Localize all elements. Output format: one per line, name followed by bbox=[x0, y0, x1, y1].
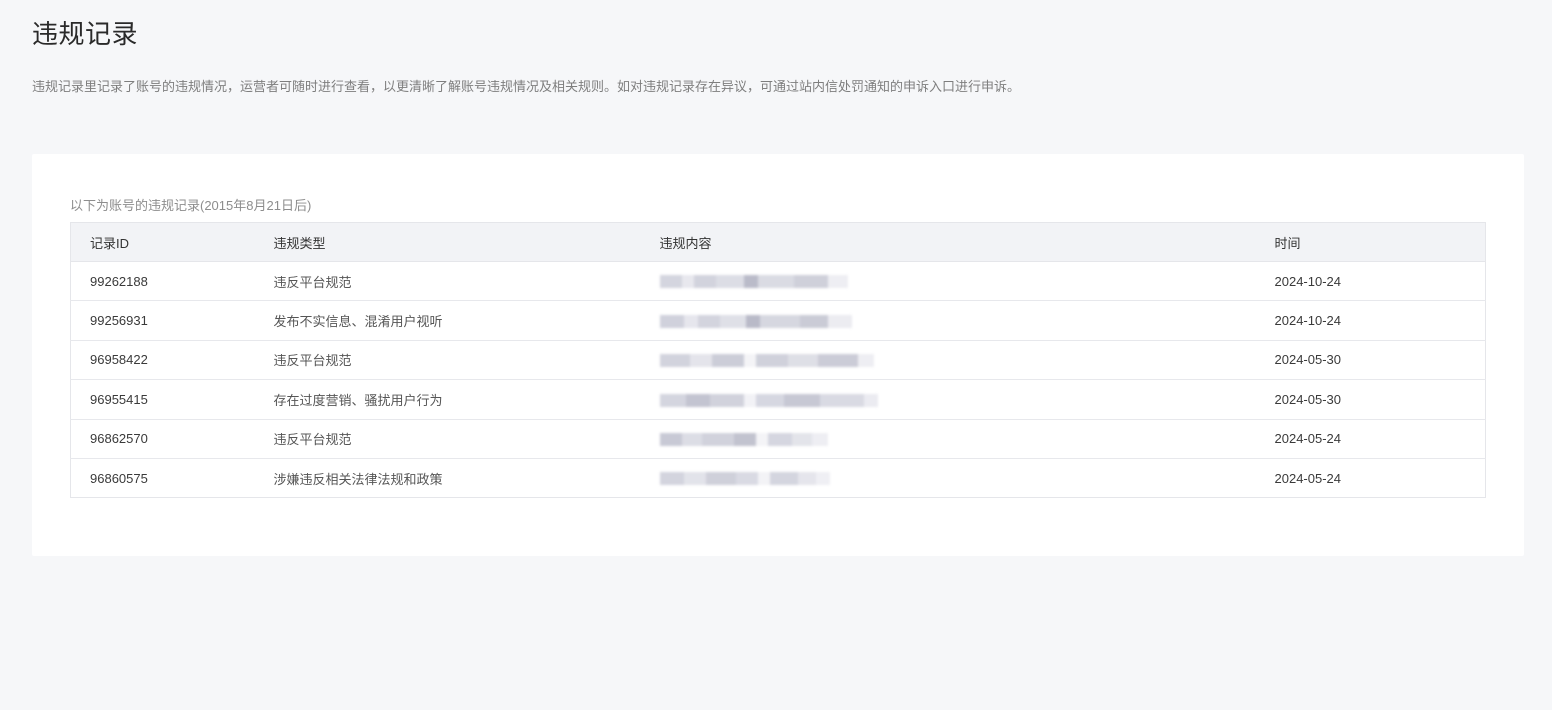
violation-records-card: 以下为账号的违规记录(2015年8月21日后) 记录ID 违规类型 违规内容 时… bbox=[32, 154, 1524, 556]
record-id-cell: 96862570 bbox=[70, 419, 255, 459]
time-cell: 2024-05-30 bbox=[1255, 340, 1486, 381]
redacted-content bbox=[659, 393, 878, 407]
record-id-cell: 96860575 bbox=[90, 470, 148, 486]
table-caption: 以下为账号的违规记录(2015年8月21日后) bbox=[70, 198, 312, 213]
record-id-cell: 99262188 bbox=[70, 261, 255, 302]
violation-type-cell: 违反平台规范 bbox=[254, 261, 641, 302]
violation-type-cell: 发布不实信息、混淆用户视听 bbox=[254, 300, 641, 341]
table-row: 96860575 涉嫌违反相关法律法规和政策 2024-05-24 bbox=[71, 458, 1486, 497]
violation-type-cell: 违反平台规范 bbox=[254, 419, 641, 459]
table-header-row: 记录ID 违规类型 违规内容 时间 bbox=[70, 222, 1486, 262]
redacted-content bbox=[659, 354, 874, 368]
redacted-content-cell bbox=[641, 458, 1256, 497]
table-row: 96862570 违反平台规范 2024-05-24 bbox=[70, 419, 1486, 459]
time-cell: 2024-05-24 bbox=[1255, 419, 1486, 459]
record-id-cell: 96955415 bbox=[70, 379, 255, 420]
record-id-cell: 96958422 bbox=[70, 340, 255, 381]
redacted-content-cell bbox=[640, 340, 1256, 381]
redacted-content bbox=[659, 433, 828, 447]
table-row: 96958422 违反平台规范 2024-05-30 bbox=[70, 340, 1486, 381]
page-title: 违规记录 bbox=[32, 19, 139, 49]
redacted-content bbox=[659, 275, 848, 289]
record-id-cell: 99256931 bbox=[70, 300, 255, 341]
time-cell: 2024-05-30 bbox=[1255, 379, 1486, 420]
time-cell: 2024-10-24 bbox=[1255, 261, 1486, 302]
redacted-content-cell bbox=[640, 300, 1256, 341]
redacted-content-cell bbox=[640, 419, 1256, 459]
violation-records-table: 记录ID 违规类型 违规内容 时间 99262188 违反平台规范 2024-1… bbox=[70, 222, 1486, 499]
redacted-content bbox=[659, 472, 830, 486]
redacted-content-cell bbox=[640, 261, 1256, 302]
table-row: 99256931 发布不实信息、混淆用户视听 2024-10-24 bbox=[70, 300, 1486, 341]
violation-type-cell: 存在过度营销、骚扰用户行为 bbox=[254, 379, 641, 420]
redacted-content-cell bbox=[640, 379, 1256, 420]
header-violation-type: 违规类型 bbox=[254, 222, 641, 262]
table-row: 96955415 存在过度营销、骚扰用户行为 2024-05-30 bbox=[70, 379, 1486, 420]
page-description: 违规记录里记录了账号的违规情况，运营者可随时进行查看，以更清晰了解账号违规情况及… bbox=[32, 79, 1021, 94]
time-cell: 2024-10-24 bbox=[1255, 300, 1486, 341]
header-violation-content: 违规内容 bbox=[640, 222, 1256, 262]
header-time: 时间 bbox=[1255, 222, 1486, 262]
table-row: 99262188 违反平台规范 2024-10-24 bbox=[70, 261, 1486, 302]
violation-type-cell: 涉嫌违反相关法律法规和政策 bbox=[273, 471, 443, 487]
redacted-content bbox=[659, 314, 852, 328]
violation-type-cell: 违反平台规范 bbox=[254, 340, 641, 381]
time-cell: 2024-05-24 bbox=[1274, 470, 1342, 486]
header-record-id: 记录ID bbox=[70, 222, 255, 262]
